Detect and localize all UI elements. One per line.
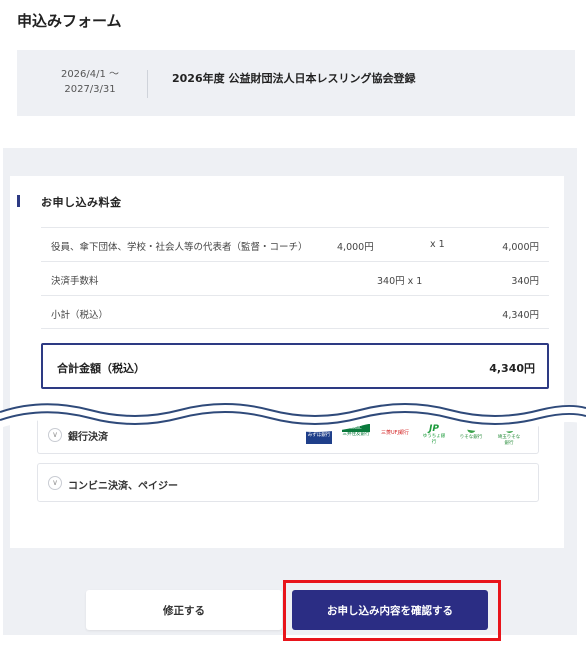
period-end: 2027/3/31: [64, 84, 116, 95]
period-start: 2026/4/1 ～: [60, 69, 120, 80]
fee-quantity: x 1: [430, 239, 445, 250]
registration-period-panel: 2026/4/1 ～ 2027/3/31 2026年度 公益財団法人日本レスリン…: [17, 50, 575, 116]
chevron-down-icon: ∨: [48, 476, 62, 490]
period-divider: [147, 70, 148, 98]
fee-section-title: お申し込み料金: [41, 196, 122, 209]
edit-button[interactable]: 修正する: [86, 590, 282, 630]
table-row: 役員、傘下団体、学校・社会人等の代表者（監督・コーチ） 4,000円 x 1 4…: [41, 227, 549, 261]
subtotal-label: 小計（税込）: [51, 310, 109, 321]
page-title: 申込みフォーム: [17, 12, 122, 30]
table-row: 決済手数料 340円 x 1 340円: [41, 261, 549, 295]
cut-wave-divider: [0, 403, 586, 432]
grand-total-label: 合計金額（税込）: [57, 362, 145, 375]
grand-total-box: 合計金額（税込） 4,340円: [41, 343, 549, 389]
grand-total-amount: 4,340円: [489, 362, 535, 375]
confirm-application-button[interactable]: お申し込み内容を確認する: [292, 590, 488, 630]
fee-unit-price: 4,000円: [337, 242, 374, 253]
fee-item-label: 決済手数料: [51, 276, 99, 287]
fee-row-total: 340円: [511, 276, 539, 287]
registration-name: 2026年度 公益財団法人日本レスリング協会登録: [172, 72, 416, 85]
fee-table: 役員、傘下団体、学校・社会人等の代表者（監督・コーチ） 4,000円 x 1 4…: [41, 227, 549, 329]
section-marker: [17, 195, 20, 207]
fee-unit-quantity: 340円 x 1: [377, 276, 423, 287]
period-dates: 2026/4/1 ～ 2027/3/31: [55, 67, 125, 97]
payment-option-label: コンビニ決済、ペイジー: [68, 481, 178, 492]
table-row: 小計（税込） 4,340円: [41, 295, 549, 329]
payment-option-convenience[interactable]: ∨ コンビニ決済、ペイジー: [37, 463, 539, 502]
subtotal-amount: 4,340円: [502, 310, 539, 321]
fee-row-total: 4,000円: [502, 242, 539, 253]
fee-item-label: 役員、傘下団体、学校・社会人等の代表者（監督・コーチ）: [51, 242, 308, 253]
